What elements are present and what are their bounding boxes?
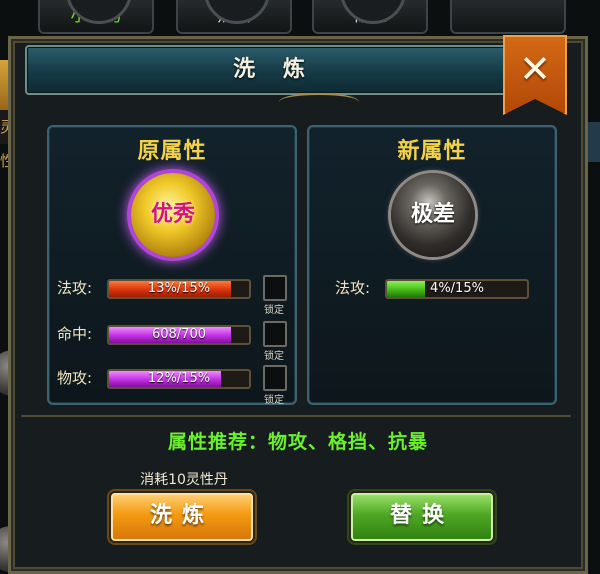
- stat-bar: 13%/15%: [107, 279, 251, 299]
- stat-bar-text: 608/700: [151, 327, 206, 342]
- stat-label: 法攻:: [335, 279, 371, 297]
- new-attributes-panel: 新属性 极差 法攻: 4%/15%: [307, 125, 557, 405]
- quality-orb-excellent: 优秀: [131, 173, 215, 257]
- stat-label: 法攻:: [57, 279, 93, 297]
- quality-orb-poor: 极差: [391, 173, 475, 257]
- bg-tab-empty: [450, 0, 566, 34]
- stat-bar: 12%/15%: [107, 369, 251, 389]
- bg-tab-horse-1[interactable]: 小白马: [38, 0, 154, 34]
- refine-button[interactable]: 洗炼: [109, 491, 255, 543]
- lock-label: 锁定: [264, 351, 284, 362]
- stat-label: 命中:: [57, 325, 93, 343]
- close-button[interactable]: ✕: [503, 35, 567, 115]
- refine-dialog: 洗 炼 ✕ 原属性 优秀 法攻: 13%/15% 锁定 命中: 608/700: [8, 35, 588, 574]
- stat-label: 物攻:: [57, 369, 93, 387]
- original-panel-title: 原属性: [137, 139, 207, 164]
- replace-button[interactable]: 替换: [349, 491, 495, 543]
- quality-label: 极差: [410, 202, 455, 227]
- bg-tab-avatar: [204, 0, 270, 24]
- stat-bar: 608/700: [107, 325, 251, 345]
- original-attributes-panel: 原属性 优秀 法攻: 13%/15% 锁定 命中: 608/700 锁定 物攻:: [47, 125, 297, 406]
- dialog-title: 洗 炼: [233, 57, 315, 82]
- quality-label: 优秀: [150, 202, 195, 227]
- close-x-icon: ✕: [519, 47, 551, 91]
- lock-checkbox[interactable]: [263, 365, 287, 391]
- cost-text: 消耗10灵性丹: [140, 472, 228, 488]
- lock-label: 锁定: [264, 395, 284, 406]
- lock-checkbox[interactable]: [263, 275, 287, 301]
- title-ornament: [279, 93, 359, 111]
- stat-bar-text: 12%/15%: [147, 371, 211, 386]
- bg-tab-avatar: [340, 0, 406, 24]
- lock-label: 锁定: [264, 305, 284, 316]
- recommend-text: 属性推荐：物攻、格挡、抗暴: [167, 431, 428, 453]
- new-panel-title: 新属性: [397, 139, 467, 164]
- stat-bar-text: 4%/15%: [430, 281, 484, 296]
- lock-checkbox[interactable]: [263, 321, 287, 347]
- bg-tab-horse-3[interactable]: 惊帆: [312, 0, 428, 34]
- bg-tab-horse-2[interactable]: 黑云: [176, 0, 292, 34]
- title-bar: 洗 炼: [25, 45, 523, 95]
- stat-bar-text: 13%/15%: [147, 281, 211, 296]
- stat-bar: 4%/15%: [385, 279, 529, 299]
- divider: [21, 415, 571, 417]
